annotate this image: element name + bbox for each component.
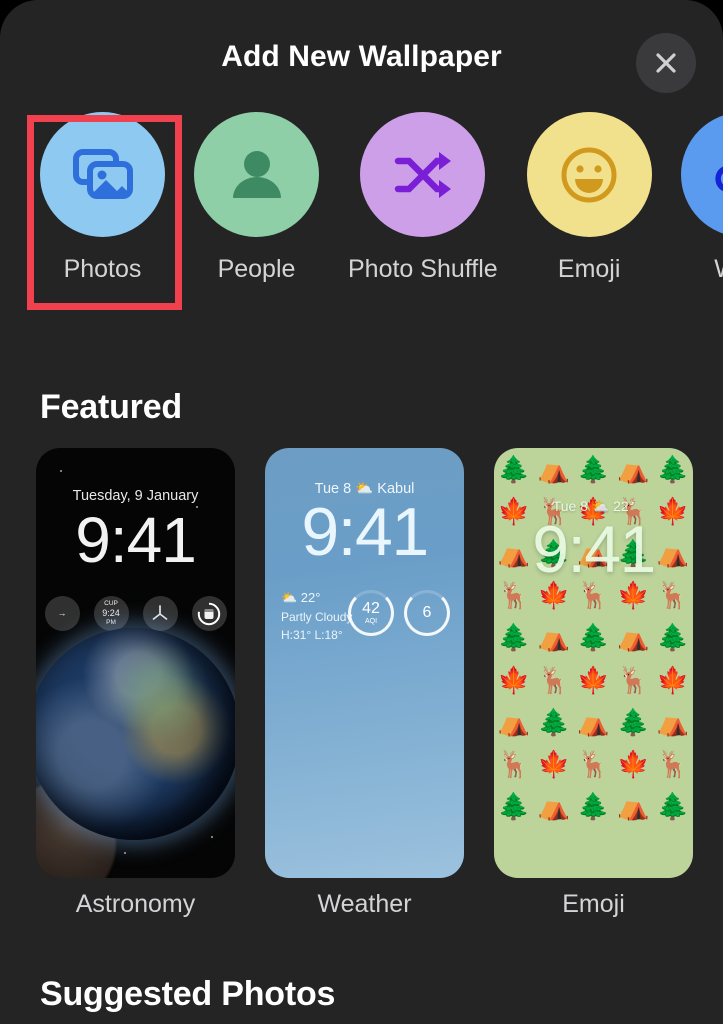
featured-card-emoji[interactable]: 🌲 ⛺ 🌲 ⛺ 🌲 🍁 🦌 🍁 🦌 🍁 ⛺ 🌲 ⛺ 🌲 ⛺ 🦌 🍁 🦌 🍁 🦌 🌲 ⛺ 🌲 ⛺ 🌲 🍁 🦌 🍁 🦌 🍁 ⛺ 🌲 ⛺ 🌲 ⛺ 🦌 🍁 🦌 🍁 🦌… <box>494 448 693 878</box>
category-weather[interactable]: Weat <box>680 112 723 284</box>
category-photo-shuffle-label: Photo Shuffle <box>348 255 498 283</box>
category-emoji[interactable]: Emoji <box>526 112 652 284</box>
battery-widget <box>191 596 227 631</box>
emoji-cell: 🦌 <box>617 664 650 695</box>
emoji-cell: ⛺ <box>537 790 570 821</box>
category-photo-shuffle-circle <box>360 112 486 237</box>
category-weather-label: Weat <box>714 255 723 284</box>
sheet-header: Add New Wallpaper <box>0 0 723 112</box>
weather-info-block: ⛅ 22° Partly Cloudy H:31° L:18° <box>281 588 352 644</box>
emoji-cell: 🦌 <box>497 748 531 779</box>
featured-card-weather-wrap[interactable]: Tue 8 ⛅ Kabul 9:41 ⛅ 22° Partly Cloudy H… <box>265 448 464 918</box>
emoji-cell: ⛺ <box>617 790 650 821</box>
suggested-photos-title: Suggested Photos <box>40 975 336 1013</box>
emoji-cell: 🌲 <box>656 454 690 484</box>
featured-card-astronomy-label: Astronomy <box>75 890 196 918</box>
wallpaper-category-row[interactable]: Photos People Photo Shuffle Emoji <box>0 112 723 312</box>
emoji-cell: 🌲 <box>497 790 531 821</box>
weather-high-low: H:31° L:18° <box>281 627 343 642</box>
weather-widget: CUP 9:24 PM <box>93 596 129 631</box>
emoji-cell: 🦌 <box>577 748 610 779</box>
emoji-cell: 🍁 <box>497 664 531 695</box>
featured-card-emoji-wrap[interactable]: 🌲 ⛺ 🌲 ⛺ 🌲 🍁 🦌 🍁 🦌 🍁 ⛺ 🌲 ⛺ 🌲 ⛺ 🦌 🍁 🦌 🍁 🦌 🌲 ⛺ 🌲 ⛺ 🌲 🍁 🦌 🍁 🦌 🍁 ⛺ 🌲 ⛺ 🌲 ⛺ 🦌 🍁 🦌 🍁 🦌… <box>494 448 693 918</box>
aqi-gauge: 42 AQI <box>348 590 394 636</box>
category-photos-label: Photos <box>63 255 142 283</box>
category-photo-shuffle[interactable]: Photo Shuffle <box>348 112 498 284</box>
emoji-lockscreen-time: 9:41 <box>532 512 656 586</box>
emoji-cell: 🌲 <box>577 622 610 653</box>
emoji-cell: 🦌 <box>537 664 570 695</box>
arrow-widget: → <box>44 596 80 631</box>
lockscreen-widget-row: → CUP 9:24 PM <box>36 596 235 631</box>
featured-section-title: Featured <box>40 388 182 426</box>
shuffle-icon <box>394 151 451 198</box>
emoji-cell: 🌲 <box>497 454 531 484</box>
add-wallpaper-sheet: Add New Wallpaper Photos People Photo Sh… <box>0 0 723 1024</box>
clock-widget <box>142 596 178 631</box>
emoji-cell: 🌲 <box>617 706 650 737</box>
emoji-cell: 🌲 <box>656 622 690 653</box>
emoji-cell: ⛺ <box>537 622 570 653</box>
featured-card-weather[interactable]: Tue 8 ⛅ Kabul 9:41 ⛅ 22° Partly Cloudy H… <box>265 448 464 878</box>
emoji-cell: ⛺ <box>497 706 531 737</box>
clock-icon <box>152 604 168 620</box>
cloud-sun-icon <box>715 166 723 191</box>
category-emoji-label: Emoji <box>557 255 621 283</box>
weather-temperature: ⛅ 22° <box>281 590 321 605</box>
emoji-cell: 🍁 <box>537 748 570 779</box>
emoji-cell: 🍁 <box>656 664 690 695</box>
weather-gauge-row: 42 AQI 6 <box>348 590 450 636</box>
category-photos[interactable]: Photos <box>40 112 165 284</box>
weather-condition: Partly Cloudy <box>281 609 353 624</box>
featured-card-emoji-label: Emoji <box>562 890 625 918</box>
photos-stack-icon <box>72 148 133 199</box>
close-button[interactable] <box>636 33 696 93</box>
category-people-label: People <box>217 255 296 283</box>
emoji-cell: 🍁 <box>577 664 610 695</box>
category-people-circle <box>194 112 319 237</box>
emoji-cell: 🌲 <box>656 790 690 821</box>
category-photos-circle <box>40 112 165 237</box>
featured-card-list[interactable]: Tuesday, 9 January 9:41 → CUP 9:24 PM As… <box>0 448 723 918</box>
category-people[interactable]: People <box>194 112 319 284</box>
smiley-icon <box>561 147 617 202</box>
featured-card-weather-label: Weather <box>317 890 412 918</box>
emoji-cell: ⛺ <box>577 706 610 737</box>
emoji-cell: ⛺ <box>617 622 650 653</box>
category-emoji-circle <box>526 112 652 237</box>
emoji-cell: ⛺ <box>537 454 570 484</box>
emoji-cell: ⛺ <box>617 454 650 484</box>
arrow-icon: → <box>57 607 67 618</box>
emoji-cell: 🍁 <box>617 748 650 779</box>
emoji-cell: 🌲 <box>577 790 610 821</box>
lockscreen-time: 9:41 <box>75 504 197 576</box>
uv-gauge: 6 <box>404 590 450 636</box>
featured-card-astronomy-wrap[interactable]: Tuesday, 9 January 9:41 → CUP 9:24 PM As… <box>36 448 235 918</box>
featured-card-astronomy[interactable]: Tuesday, 9 January 9:41 → CUP 9:24 PM <box>36 448 235 878</box>
emoji-cell: 🌲 <box>537 706 570 737</box>
close-icon <box>656 53 676 73</box>
emoji-cell: 🦌 <box>656 748 690 779</box>
earth-globe <box>36 628 235 840</box>
container-ring-icon <box>197 602 221 625</box>
category-weather-circle <box>680 112 723 237</box>
emoji-cell: ⛺ <box>656 706 690 737</box>
page-title: Add New Wallpaper <box>221 40 502 73</box>
weather-lockscreen-time: 9:41 <box>301 494 429 570</box>
emoji-cell: 🌲 <box>577 454 610 484</box>
person-icon <box>232 150 281 198</box>
emoji-cell: 🌲 <box>497 622 531 653</box>
